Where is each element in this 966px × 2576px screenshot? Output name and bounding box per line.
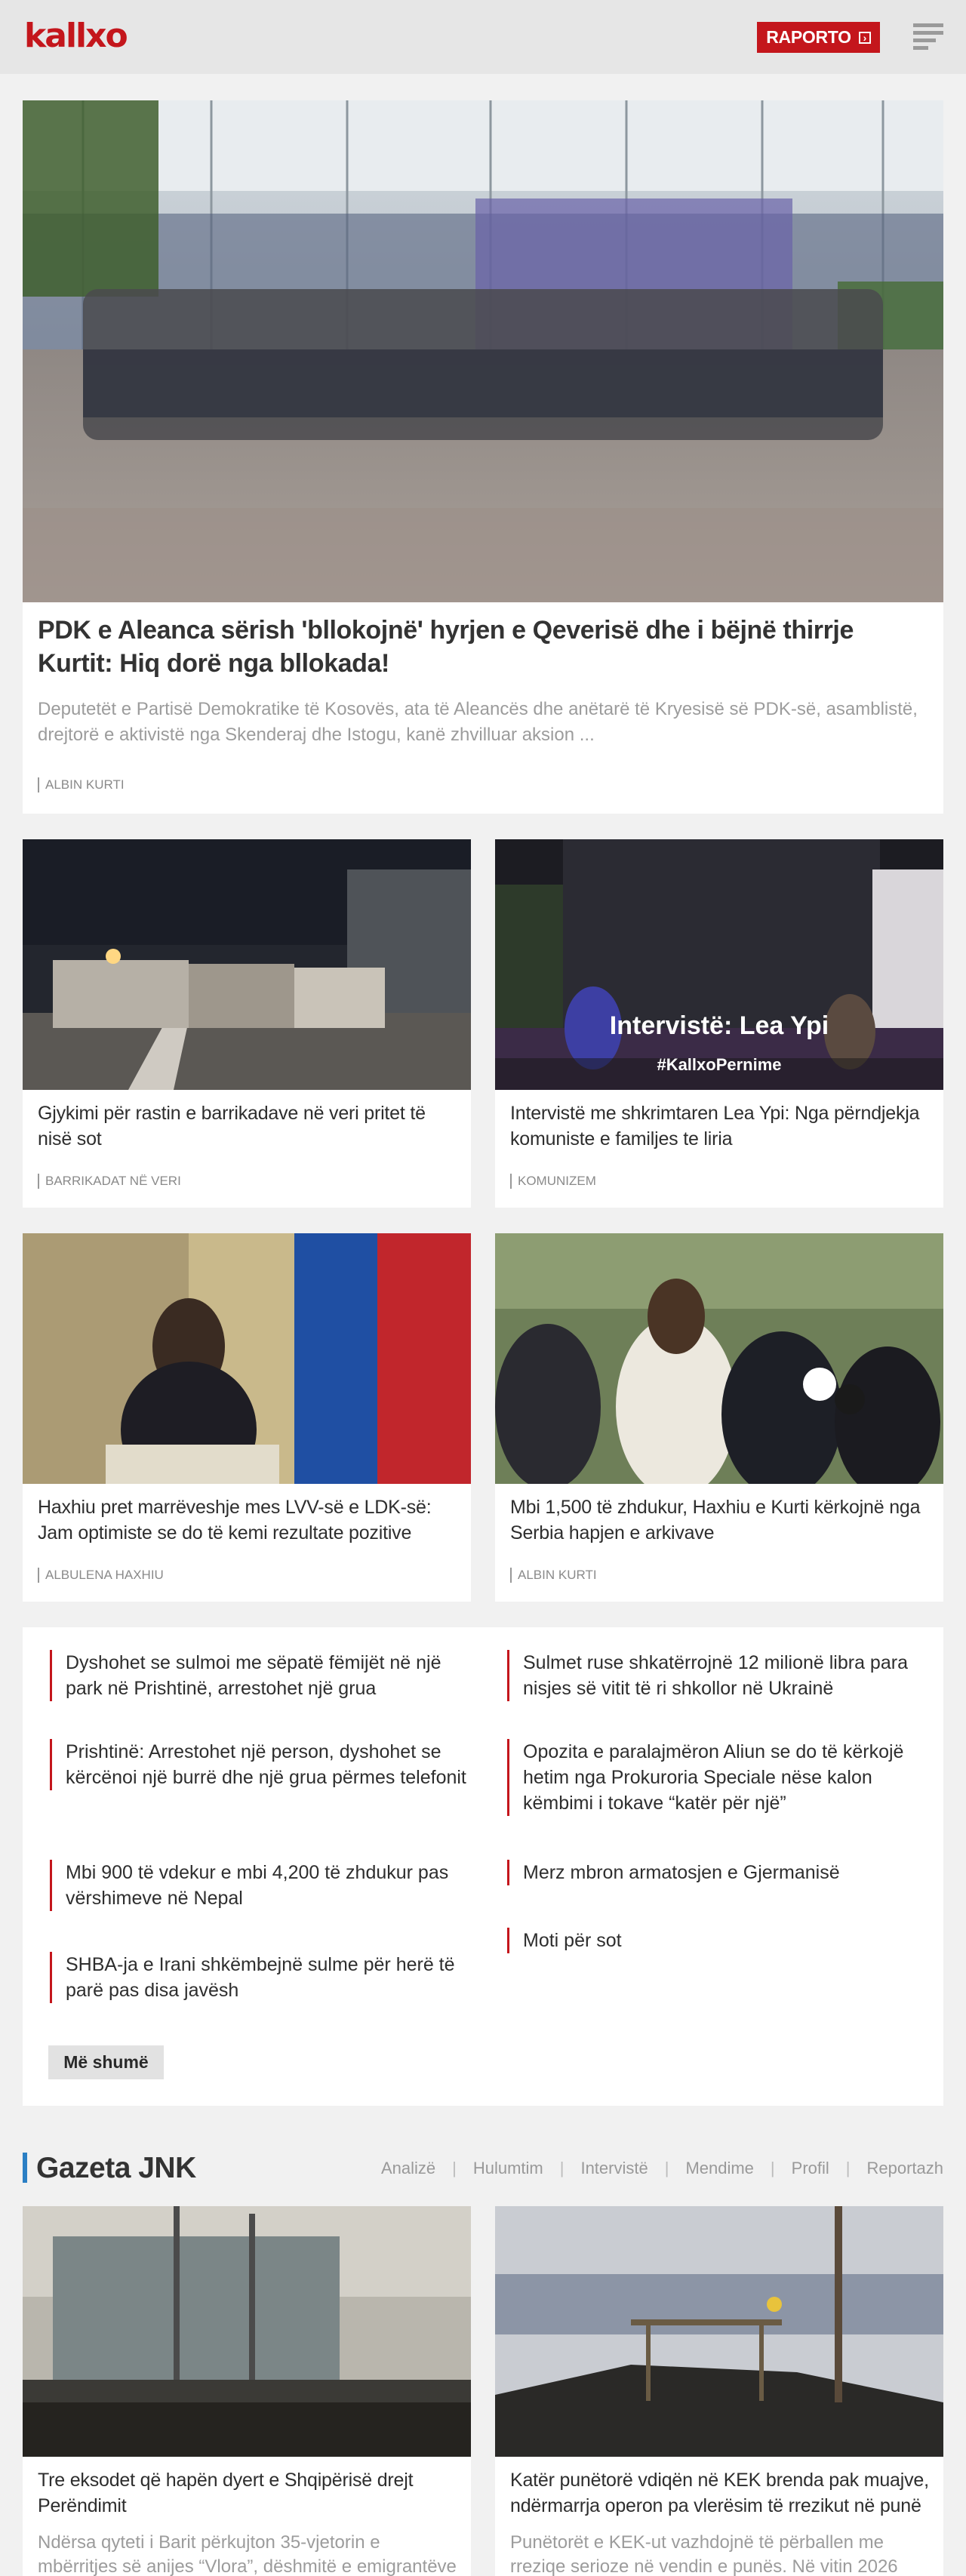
article-card[interactable]: Mbi 1,500 të zhdukur, Haxhiu e Kurti kër… bbox=[495, 1233, 943, 1602]
section-nav-item[interactable]: Mendime bbox=[685, 2159, 753, 2178]
article-tag[interactable]: Albulena Haxhiu bbox=[38, 1568, 164, 1583]
article-image[interactable] bbox=[495, 2206, 943, 2457]
interview-overlay-title: Intervistë: Lea Ypi bbox=[610, 1011, 829, 1040]
list-item[interactable]: SHBA-ja e Irani shkëmbejnë sulme për her… bbox=[50, 1952, 472, 2003]
article-tag[interactable]: Albin Kurti bbox=[510, 1568, 597, 1583]
article-title[interactable]: Tre eksodet që hapën dyert e Shqipërisë … bbox=[38, 2467, 460, 2519]
list-item[interactable]: Dyshohet se sulmoi me sëpatë fëmijët në … bbox=[50, 1650, 472, 1701]
report-button[interactable]: RAPORTO › bbox=[757, 22, 880, 53]
article-image[interactable]: Intervistë: Lea Ypi #KallxoPernime bbox=[495, 839, 943, 1090]
article-image[interactable] bbox=[495, 1233, 943, 1484]
kallxo-logo[interactable]: kallxo bbox=[24, 20, 128, 53]
section-nav-item[interactable]: Reportazh bbox=[866, 2159, 943, 2178]
hero-lead: Deputetët e Partisë Demokratike të Kosov… bbox=[38, 699, 918, 745]
list-item[interactable]: Opozita e paralajmëron Aliun se do të kë… bbox=[507, 1739, 930, 1816]
list-item[interactable]: Mbi 900 të vdekur e mbi 4,200 të zhdukur… bbox=[50, 1860, 472, 1911]
hero-image[interactable] bbox=[23, 100, 943, 602]
article-card[interactable]: Gjykimi për rastin e barrikadave në veri… bbox=[23, 839, 471, 1208]
list-item[interactable]: Sulmet ruse shkatërrojnë 12 milionë libr… bbox=[507, 1650, 930, 1701]
report-button-label: RAPORTO bbox=[766, 27, 851, 47]
article-card[interactable]: Tre eksodet që hapën dyert e Shqipërisë … bbox=[23, 2206, 471, 2576]
hero-article[interactable]: PDK e Aleanca sërish 'bllokojnë' hyrjen … bbox=[23, 100, 943, 814]
article-title[interactable]: Katër punëtorë vdiqën në KEK brenda pak … bbox=[510, 2467, 933, 2519]
section-nav: Analizë | Hulumtim | Intervistë | Mendime | … bbox=[380, 2159, 943, 2178]
gazeta-section-header: Gazeta JNK Analizë | Hulumtim | Intervistë… bbox=[23, 2151, 943, 2186]
list-item[interactable]: Moti për sot bbox=[507, 1928, 930, 1953]
article-image[interactable] bbox=[23, 2206, 471, 2457]
article-lead: Punëtorët e KEK-ut vazhdojnë të përballe… bbox=[510, 2532, 898, 2576]
latest-news-list: Dyshohet se sulmoi me sëpatë fëmijët në … bbox=[23, 1627, 943, 2106]
article-image[interactable] bbox=[23, 1233, 471, 1484]
section-title[interactable]: Gazeta JNK bbox=[36, 2151, 196, 2186]
section-accent-bar bbox=[23, 2153, 27, 2183]
interview-overlay-hashtag: #KallxoPernime bbox=[657, 1055, 781, 1074]
hero-tag[interactable]: Albin Kurti bbox=[38, 777, 125, 792]
article-tag[interactable]: Barrikadat në veri bbox=[38, 1174, 181, 1189]
hero-title[interactable]: PDK e Aleanca sërish 'bllokojnë' hyrjen … bbox=[38, 614, 928, 680]
list-item[interactable]: Prishtinë: Arrestohet një person, dyshoh… bbox=[50, 1739, 472, 1790]
article-title[interactable]: Haxhiu pret marrëveshje mes LVV-së e LDK… bbox=[38, 1494, 460, 1546]
article-card[interactable]: Haxhiu pret marrëveshje mes LVV-së e LDK… bbox=[23, 1233, 471, 1602]
site-header: kallxo RAPORTO › bbox=[0, 0, 966, 74]
hamburger-menu-icon[interactable] bbox=[913, 23, 943, 51]
list-item[interactable]: Merz mbron armatosjen e Gjermanisë bbox=[507, 1860, 930, 1885]
article-card[interactable]: Katër punëtorë vdiqën në KEK brenda pak … bbox=[495, 2206, 943, 2576]
more-button[interactable]: Më shumë bbox=[48, 2045, 164, 2079]
article-tag[interactable]: Komunizem bbox=[510, 1174, 596, 1189]
article-image[interactable] bbox=[23, 839, 471, 1090]
section-nav-item[interactable]: Intervistë bbox=[580, 2159, 648, 2178]
article-card[interactable]: Intervistë: Lea Ypi #KallxoPernime Inter… bbox=[495, 839, 943, 1208]
article-title[interactable]: Gjykimi për rastin e barrikadave në veri… bbox=[38, 1100, 460, 1152]
chevron-right-icon: › bbox=[858, 31, 871, 44]
article-title[interactable]: Mbi 1,500 të zhdukur, Haxhiu e Kurti kër… bbox=[510, 1494, 933, 1546]
section-nav-item[interactable]: Analizë bbox=[381, 2159, 435, 2178]
section-nav-item[interactable]: Profil bbox=[792, 2159, 829, 2178]
section-nav-item[interactable]: Hulumtim bbox=[473, 2159, 543, 2178]
article-lead: Ndërsa qyteti i Barit përkujton 35-vjeto… bbox=[38, 2532, 457, 2576]
article-title[interactable]: Intervistë me shkrimtaren Lea Ypi: Nga p… bbox=[510, 1100, 933, 1152]
